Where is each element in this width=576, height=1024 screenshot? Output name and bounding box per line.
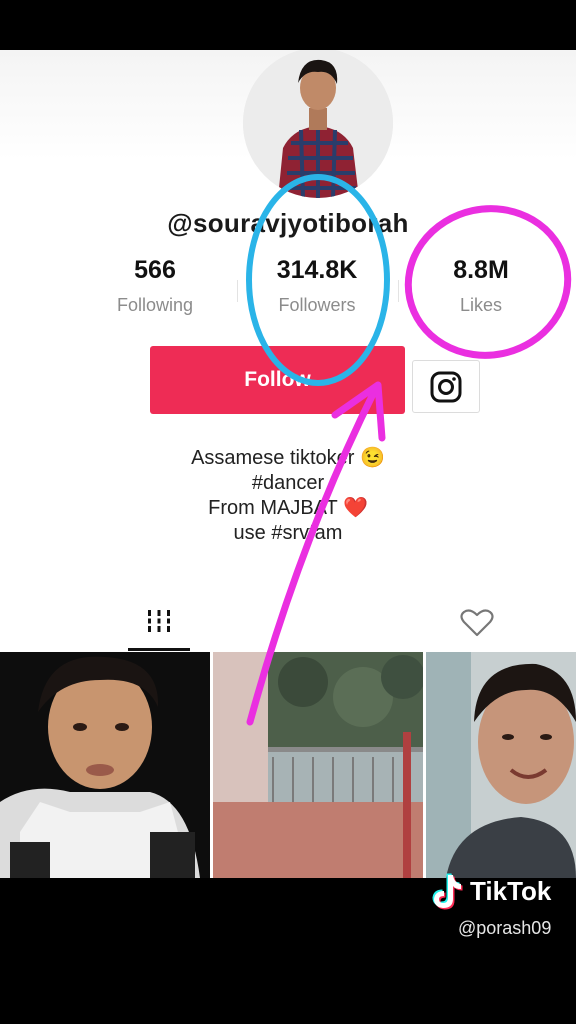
stat-likes-label: Likes (459, 295, 503, 315)
stat-following-label: Following (116, 295, 194, 315)
profile-username: @souravjyotiborah (167, 208, 409, 238)
video-thumbnail-image (426, 652, 576, 878)
stat-followers[interactable]: 314.8K Followers (242, 256, 392, 316)
stat-followers-label: Followers (278, 295, 356, 315)
stat-followers-value: 314.8K (276, 256, 358, 284)
bio-line: use #srvfam (233, 522, 343, 544)
tab-videos-indicator (128, 648, 190, 651)
video-thumbnail-image (213, 652, 423, 878)
watermark-handle: @porash09 (458, 918, 552, 938)
tab-liked[interactable] (460, 608, 498, 638)
tab-videos[interactable] (128, 608, 190, 653)
profile-avatar[interactable] (243, 50, 393, 198)
video-thumbnail-image (0, 652, 210, 878)
stat-likes-value: 8.8M (453, 256, 509, 284)
instagram-icon (430, 371, 462, 402)
grid-icon (146, 610, 172, 632)
video-thumbnail[interactable] (426, 652, 576, 878)
bio-line: From MAJBAT ❤️ (208, 497, 368, 519)
bio-line: #dancer (251, 472, 325, 494)
stat-following[interactable]: 566 Following (80, 256, 230, 316)
avatar-photo (243, 50, 393, 198)
heart-outline-icon (460, 609, 494, 637)
follow-button[interactable]: Follow (150, 346, 405, 414)
bio-line: Assamese tiktoker 😉 (191, 447, 385, 469)
stat-divider (237, 280, 238, 302)
stat-divider (398, 280, 399, 302)
stat-likes[interactable]: 8.8M Likes (406, 256, 556, 316)
tiktok-logo-icon (432, 873, 463, 910)
profile-bio: Assamese tiktoker 😉 #dancer From MAJBAT … (0, 446, 576, 546)
tiktok-brand-text: TikTok (470, 876, 552, 906)
profile-screen: @souravjyotiborah 566 Following 314.8K F… (0, 50, 576, 878)
stat-following-value: 566 (134, 256, 176, 284)
video-thumbnail[interactable] (213, 652, 423, 878)
instagram-link-button[interactable] (412, 360, 480, 413)
video-thumbnail[interactable] (0, 652, 210, 878)
